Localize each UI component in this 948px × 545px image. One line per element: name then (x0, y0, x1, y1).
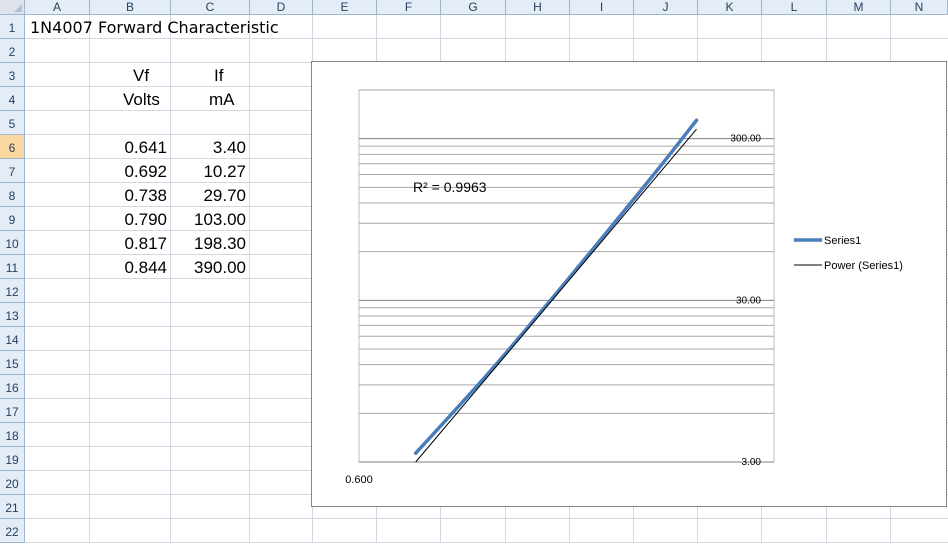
column-header-j[interactable]: J (634, 0, 698, 15)
column-header-m[interactable]: M (827, 0, 891, 15)
row-header-18[interactable]: 18 (0, 423, 25, 447)
cell-c10[interactable]: 198.30 (194, 234, 246, 254)
cell-c8[interactable]: 29.70 (203, 186, 246, 206)
column-header-b[interactable]: B (90, 0, 171, 15)
select-all-corner[interactable] (0, 0, 25, 15)
column-header-d[interactable]: D (250, 0, 313, 15)
cell-b9[interactable]: 0.790 (124, 210, 167, 230)
x-tick-label: 0.600 (345, 474, 373, 486)
column-header-a[interactable]: A (25, 0, 90, 15)
cell-c7[interactable]: 10.27 (203, 162, 246, 182)
cell-b10[interactable]: 0.817 (124, 234, 167, 254)
y-tick-label: 30.00 (736, 295, 761, 306)
cell-b4-unit[interactable]: Volts (123, 90, 160, 110)
grid-row-line (25, 38, 948, 39)
row-header-3[interactable]: 3 (0, 63, 25, 87)
row-header-6[interactable]: 6 (0, 135, 25, 159)
column-header-l[interactable]: L (762, 0, 827, 15)
row-header-11[interactable]: 11 (0, 255, 25, 279)
row-header-1[interactable]: 1 (0, 15, 25, 39)
cell-c11[interactable]: 390.00 (194, 258, 246, 278)
cell-b11[interactable]: 0.844 (124, 258, 167, 278)
row-header-10[interactable]: 10 (0, 231, 25, 255)
column-header-n[interactable]: N (891, 0, 948, 15)
cell-c9[interactable]: 103.00 (194, 210, 246, 230)
column-header-i[interactable]: I (570, 0, 634, 15)
legend-series1-label: Series1 (824, 235, 861, 247)
row-header-17[interactable]: 17 (0, 399, 25, 423)
cell-b3-header[interactable]: Vf (133, 66, 149, 86)
legend-trendline-label: Power (Series1) (824, 260, 903, 272)
row-header-5[interactable]: 5 (0, 111, 25, 135)
row-header-13[interactable]: 13 (0, 303, 25, 327)
row-header-4[interactable]: 4 (0, 87, 25, 111)
row-header-14[interactable]: 14 (0, 327, 25, 351)
r-squared-label: R² = 0.9963 (413, 179, 487, 195)
row-header-19[interactable]: 19 (0, 447, 25, 471)
row-header-21[interactable]: 21 (0, 495, 25, 519)
column-header-h[interactable]: H (506, 0, 570, 15)
row-header-16[interactable]: 16 (0, 375, 25, 399)
y-tick-label: 300.00 (730, 134, 761, 145)
row-header-7[interactable]: 7 (0, 159, 25, 183)
row-header-15[interactable]: 15 (0, 351, 25, 375)
column-header-g[interactable]: G (441, 0, 506, 15)
row-header-8[interactable]: 8 (0, 183, 25, 207)
row-header-12[interactable]: 12 (0, 279, 25, 303)
y-tick-label: 3.00 (742, 457, 762, 468)
cell-c6[interactable]: 3.40 (213, 138, 246, 158)
cell-b8[interactable]: 0.738 (124, 186, 167, 206)
cell-c4-unit[interactable]: mA (209, 90, 235, 110)
column-header-k[interactable]: K (698, 0, 762, 15)
cell-b7[interactable]: 0.692 (124, 162, 167, 182)
row-header-22[interactable]: 22 (0, 519, 25, 543)
cell-c3-header[interactable]: If (214, 66, 223, 86)
column-header-c[interactable]: C (171, 0, 250, 15)
row-header-9[interactable]: 9 (0, 207, 25, 231)
embedded-chart[interactable]: 3.00 30.00 300.00 0.600 R² = 0.9963 Series1 Po… (311, 61, 947, 507)
column-header-f[interactable]: F (377, 0, 441, 15)
chart-svg: 3.00 30.00 300.00 0.600 R² = 0.9963 Series1 Po… (345, 89, 903, 486)
grid-row-line (25, 518, 948, 519)
column-header-e[interactable]: E (313, 0, 377, 15)
row-header-2[interactable]: 2 (0, 39, 25, 63)
grid-row-line (25, 542, 948, 543)
cell-b6[interactable]: 0.641 (124, 138, 167, 158)
row-header-20[interactable]: 20 (0, 471, 25, 495)
cell-a1-title[interactable]: 1N4007 Forward Characteristic (30, 18, 279, 37)
